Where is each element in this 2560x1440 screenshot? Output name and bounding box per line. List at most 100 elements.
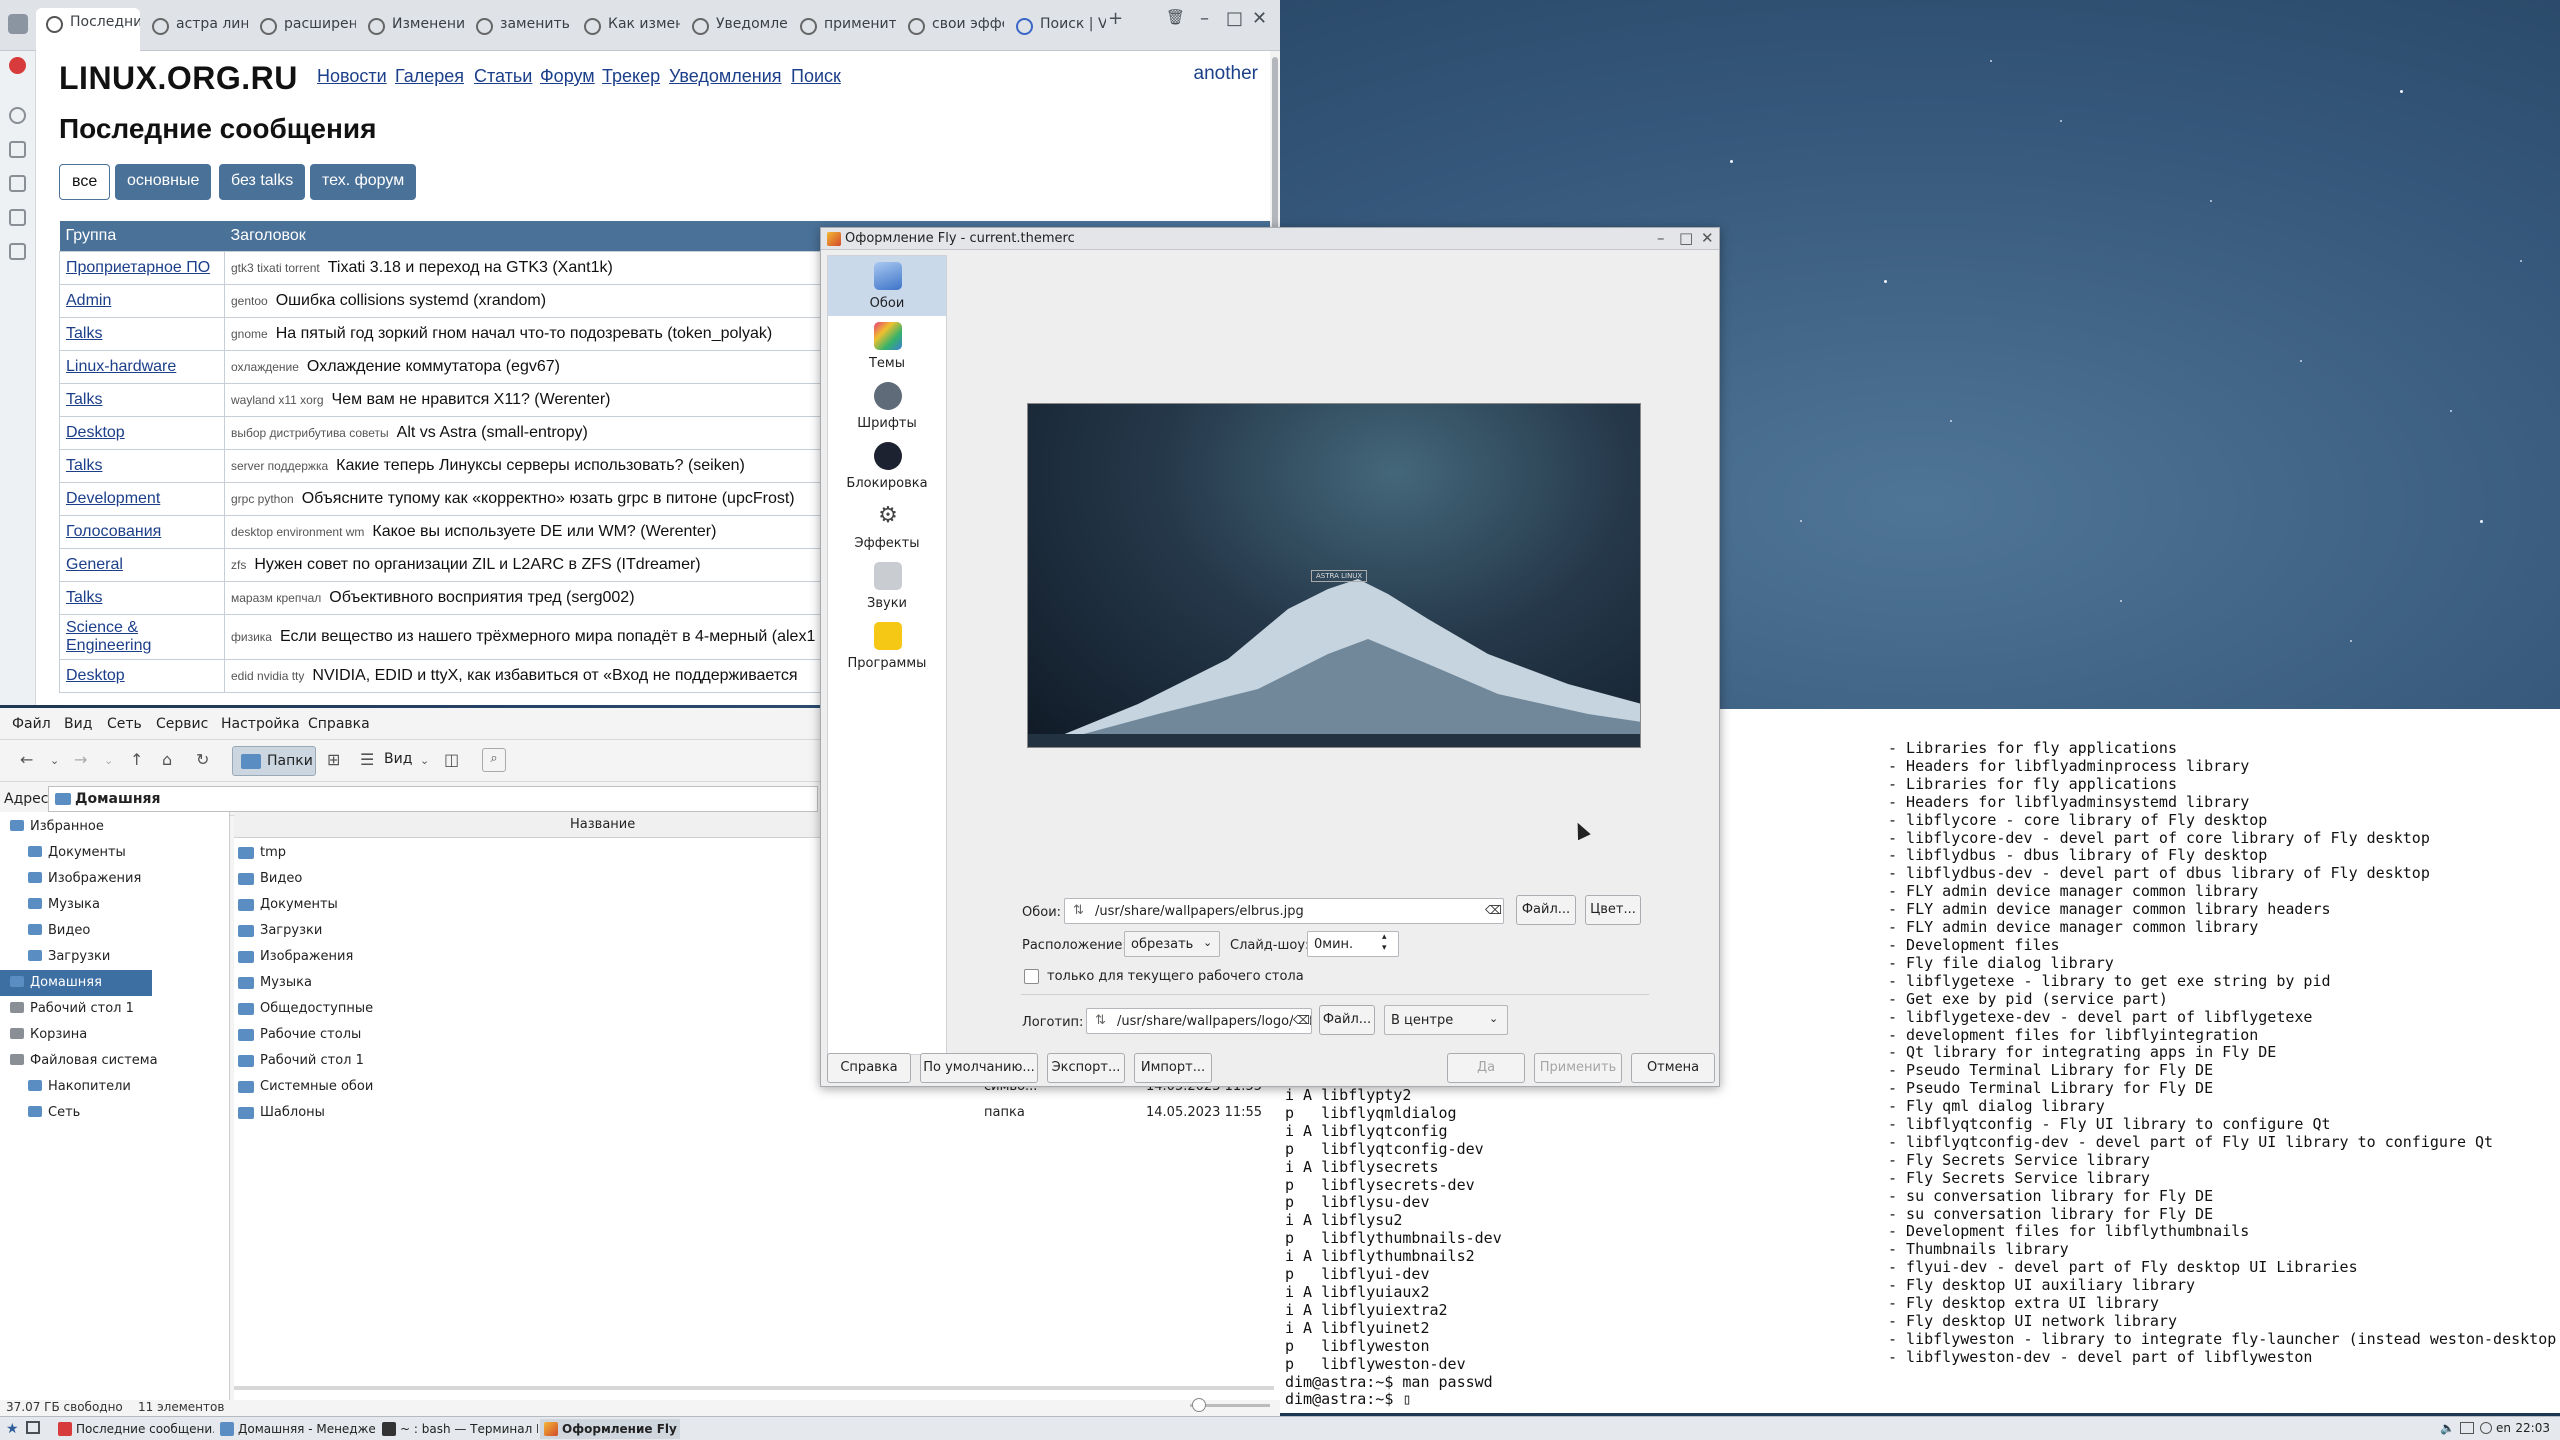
menu-file[interactable]: Файл [12, 716, 51, 732]
category-programs[interactable]: Программы [828, 616, 946, 676]
tag-list[interactable]: выбор дистрибутива советы [231, 426, 389, 440]
browser-tab[interactable]: Последние с [36, 8, 140, 51]
chevron-down-icon[interactable]: ⌄ [104, 754, 113, 767]
tree-item[interactable]: Корзина [0, 1022, 152, 1048]
position-select[interactable]: обрезать ⌄ [1124, 931, 1220, 957]
tag-list[interactable]: edid nvidia tty [231, 669, 304, 683]
notes-icon[interactable] [9, 243, 26, 260]
view-menu-button[interactable]: Вид [384, 751, 412, 767]
browser-tab[interactable]: применит... [790, 10, 896, 44]
tree-item[interactable]: Файловая система [0, 1048, 158, 1074]
search-icon[interactable]: ⌕ [482, 748, 506, 772]
filter-main-button[interactable]: основные [115, 164, 212, 200]
group-link[interactable]: Development [59, 481, 225, 516]
export-button[interactable]: Экспорт... [1047, 1053, 1125, 1083]
group-link[interactable]: Проприетарное ПО [59, 250, 225, 285]
menu-settings[interactable]: Настройка [221, 716, 300, 732]
browser-tab[interactable]: астра лин... [142, 10, 248, 44]
close-icon[interactable]: ✕ [1701, 229, 1714, 247]
nav-articles-link[interactable]: Статьи [474, 66, 532, 87]
wallpaper-color-button[interactable]: Цвет... [1585, 895, 1641, 925]
address-field[interactable]: Домашняя [48, 786, 818, 812]
tree-item[interactable]: Рабочий стол 1 [0, 996, 152, 1022]
thread-title-link[interactable]: Какие теперь Линуксы серверы использоват… [336, 457, 745, 474]
menu-view[interactable]: Вид [64, 716, 92, 732]
group-link[interactable]: Linux-hardware [59, 349, 225, 384]
tree-item[interactable]: Видео [0, 918, 152, 944]
tag-list[interactable]: gnome [231, 327, 268, 341]
column-name-header[interactable]: Название [570, 817, 635, 832]
thread-title-link[interactable]: Нужен совет по организации ZIL и L2ARC в… [254, 556, 700, 573]
task-terminal[interactable]: ~ : bash — Терминал Fly [378, 1419, 538, 1439]
category-wallpaper[interactable]: Обои [828, 256, 946, 316]
zoom-slider-handle[interactable] [1192, 1398, 1206, 1412]
back-icon[interactable]: ← [20, 750, 33, 769]
menu-service[interactable]: Сервис [156, 716, 208, 732]
nav-search-link[interactable]: Поиск [791, 66, 841, 87]
category-lock[interactable]: Блокировка [828, 436, 946, 496]
tag-list[interactable]: grpc python [231, 492, 294, 506]
history-icon[interactable] [9, 107, 26, 124]
browser-tab[interactable]: свои эффе... [898, 10, 1004, 44]
clock[interactable]: 22:03 [2515, 1421, 2550, 1435]
new-tab-button[interactable]: + [1108, 8, 1123, 29]
bookmark-icon[interactable] [9, 141, 26, 158]
tag-list[interactable]: физика [231, 630, 272, 644]
tag-list[interactable]: охлаждение [231, 360, 299, 374]
tree-item[interactable]: Музыка [0, 892, 152, 918]
clear-icon[interactable]: ⌫ [1485, 903, 1502, 917]
thread-title-link[interactable]: Охлаждение коммутатора (egv67) [307, 358, 560, 375]
only-current-desktop-checkbox[interactable] [1024, 969, 1039, 984]
thread-title-link[interactable]: NVIDIA, EDID и ttyX, как избавиться от «… [312, 667, 797, 684]
group-link[interactable]: Talks [59, 382, 225, 417]
forward-icon[interactable]: → [74, 750, 87, 769]
tree-item[interactable]: Документы [0, 840, 152, 866]
filter-all-button[interactable]: все [59, 164, 111, 200]
defaults-button[interactable]: По умолчанию... [920, 1053, 1038, 1083]
browser-tab[interactable]: Уведомле... [682, 10, 788, 44]
volume-icon[interactable]: 🔈 [2440, 1421, 2455, 1435]
menu-network[interactable]: Сеть [107, 716, 142, 732]
menu-help[interactable]: Справка [308, 716, 370, 732]
browser-tab[interactable]: Как измен... [574, 10, 680, 44]
list-item[interactable]: Шаблоны папка 14.05.2023 11:55 [234, 1100, 1280, 1126]
task-browser[interactable]: Последние сообщени... [54, 1419, 214, 1439]
chevron-down-icon[interactable]: ⌄ [420, 754, 429, 767]
logo-position-select[interactable]: В центре ⌄ [1384, 1005, 1508, 1035]
vivaldi-icon[interactable] [9, 57, 26, 74]
reading-list-icon[interactable] [9, 209, 26, 226]
spin-up-icon[interactable]: ▴ [1382, 932, 1387, 942]
wallpaper-file-button[interactable]: Файл... [1516, 895, 1576, 925]
spin-down-icon[interactable]: ▾ [1382, 943, 1387, 953]
grid-view-icon[interactable]: ⊞ [327, 750, 340, 769]
browser-tab[interactable]: Изменени... [358, 10, 464, 44]
tree-item[interactable]: Изображения [0, 866, 152, 892]
logo-path-field[interactable]: ⇅ /usr/share/wallpapers/logo/astra_logo_… [1086, 1008, 1312, 1034]
tag-list[interactable]: server поддержка [231, 459, 328, 473]
clear-icon[interactable]: ⌫ [1293, 1013, 1310, 1027]
site-logo[interactable]: LINUX.ORG.RU [59, 60, 298, 97]
group-link[interactable]: Talks [59, 316, 225, 351]
chevron-down-icon[interactable]: ⌄ [50, 754, 59, 767]
nav-tracker-link[interactable]: Трекер [602, 66, 660, 87]
nav-gallery-link[interactable]: Галерея [395, 66, 464, 87]
browser-tab[interactable]: Поиск | Vi... [1006, 10, 1106, 44]
browser-tab[interactable]: заменить ... [466, 10, 572, 44]
tree-item[interactable]: Избранное [0, 814, 152, 840]
apply-button[interactable]: Применить [1534, 1053, 1622, 1083]
category-effects[interactable]: ⚙ Эффекты [828, 496, 946, 556]
category-themes[interactable]: Темы [828, 316, 946, 376]
download-icon[interactable] [9, 175, 26, 192]
thread-title-link[interactable]: Tixati 3.18 и переход на GTK3 (Xant1k) [328, 259, 613, 276]
category-sounds[interactable]: Звуки [828, 556, 946, 616]
thread-title-link[interactable]: Чем вам не нравится X11? (Werenter) [332, 391, 611, 408]
network-icon[interactable] [2460, 1422, 2474, 1434]
list-view-icon[interactable]: ☰ [360, 750, 374, 769]
tree-item[interactable]: Накопители [0, 1074, 152, 1100]
filter-tech-forum-button[interactable]: тех. форум [310, 164, 417, 200]
import-button[interactable]: Импорт... [1134, 1053, 1212, 1083]
close-icon[interactable]: ✕ [1252, 8, 1267, 29]
panels-icon[interactable]: ◫ [444, 750, 459, 769]
group-link[interactable]: Talks [59, 580, 225, 615]
show-desktop-icon[interactable] [26, 1421, 40, 1434]
